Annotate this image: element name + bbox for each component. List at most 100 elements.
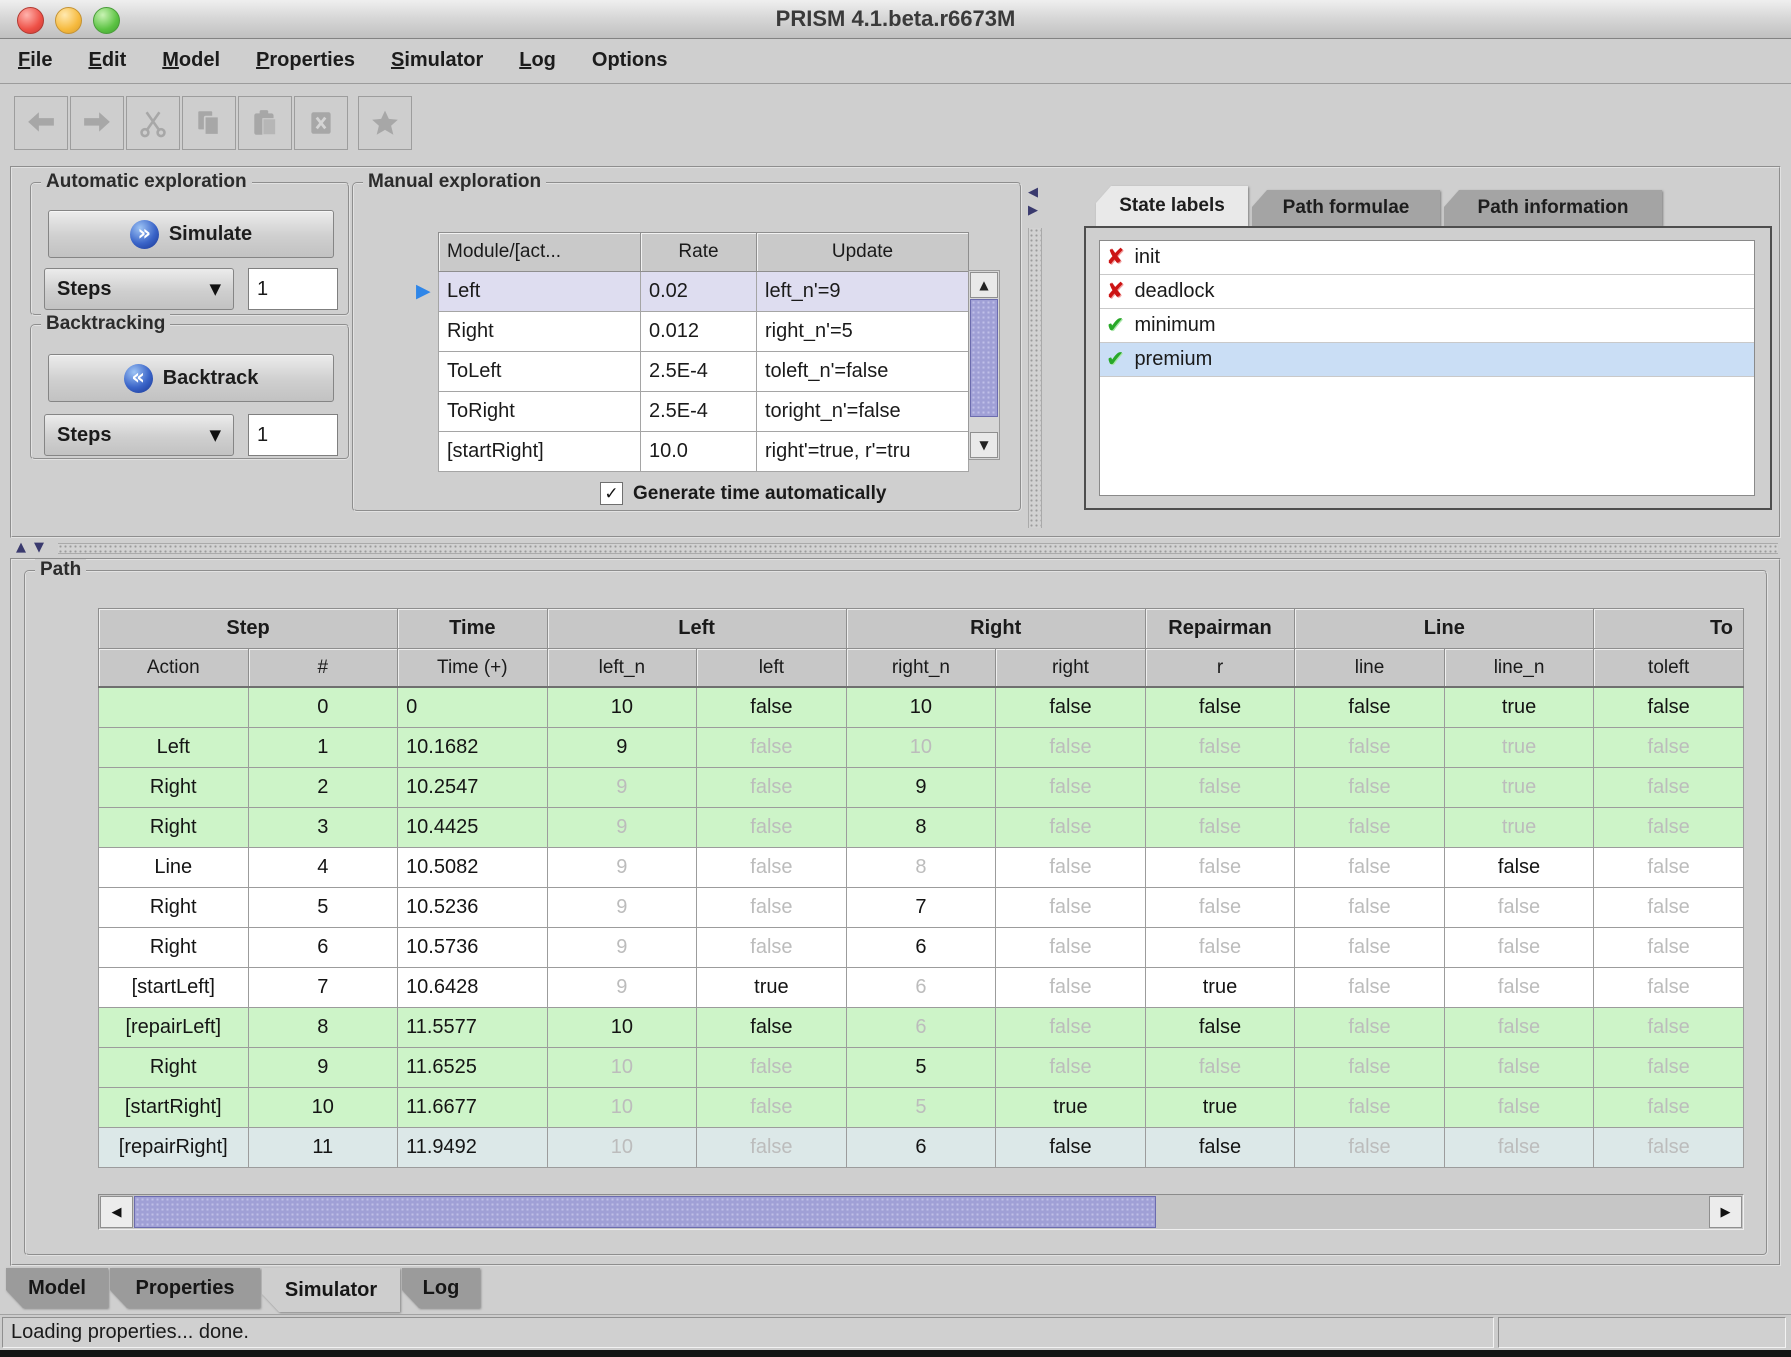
path-col-header[interactable]: right (996, 649, 1146, 688)
hscrollbar-thumb[interactable] (134, 1196, 1156, 1228)
path-row[interactable]: Right510.52369false7falsefalsefalsefalse… (99, 888, 1744, 928)
path-col-header[interactable]: line_n (1444, 649, 1594, 688)
path-row[interactable]: Left110.16829false10falsefalsefalsetruef… (99, 728, 1744, 768)
current-row-marker-icon: ▶ (416, 280, 431, 302)
manual-col-header[interactable]: Update (757, 233, 969, 272)
path-col-header[interactable]: left_n (547, 649, 697, 688)
scroll-up-icon[interactable]: ▲ (970, 272, 998, 298)
path-col-header[interactable]: Action (99, 649, 249, 688)
redo-button[interactable] (70, 96, 124, 150)
collapse-right-icon[interactable]: ▶ (1028, 204, 1038, 217)
path-col-header[interactable]: # (248, 649, 398, 688)
tab-path-formulae[interactable]: Path formulae (1252, 190, 1440, 226)
path-group-header[interactable]: Time (398, 609, 548, 649)
generate-time-checkbox[interactable]: ✓ (600, 482, 623, 505)
path-section: Path StepTimeLeftRightRepairmanLineToAct… (10, 558, 1781, 1266)
delete-button[interactable] (294, 96, 348, 150)
path-cell: 6 (846, 1128, 996, 1168)
backtrack-button[interactable]: « Backtrack (48, 354, 334, 402)
bottom-tab-properties[interactable]: Properties (110, 1268, 260, 1308)
path-cell: 10 (547, 1048, 697, 1088)
path-col-header[interactable]: line (1295, 649, 1445, 688)
state-label-init[interactable]: ✘init (1100, 241, 1754, 275)
menu-edit[interactable]: Edit (88, 49, 126, 72)
vertical-splitter[interactable]: ◀ ▶ (1026, 172, 1044, 532)
bottom-tab-model[interactable]: Model (6, 1268, 108, 1308)
bottom-tab-simulator[interactable]: Simulator (262, 1268, 400, 1312)
generate-time-row: ✓ Generate time automatically (600, 482, 886, 505)
paste-button[interactable] (238, 96, 292, 150)
path-group-header[interactable]: Repairman (1145, 609, 1295, 649)
collapse-left-icon[interactable]: ◀ (1028, 186, 1038, 199)
manual-row[interactable]: Right0.012right_n'=5 (439, 312, 969, 352)
backtrack-steps-field[interactable]: 1 (248, 414, 338, 456)
manual-table-scrollbar[interactable]: ▲ ▼ (968, 270, 1000, 460)
path-group-header[interactable]: Left (547, 609, 846, 649)
path-col-header[interactable]: Time (+) (398, 649, 548, 688)
chevron-down-icon: ▼ (209, 280, 221, 298)
path-row[interactable]: [repairLeft]811.557710false6falsefalsefa… (99, 1008, 1744, 1048)
manual-col-header[interactable]: Module/[act... (439, 233, 641, 272)
manual-cell: 2.5E-4 (641, 352, 757, 392)
backtrack-steps-combo[interactable]: Steps ▼ (44, 414, 234, 456)
scroll-left-icon[interactable]: ◀ (100, 1196, 133, 1228)
path-col-header[interactable]: right_n (846, 649, 996, 688)
path-row[interactable]: Right610.57369false6falsefalsefalsefalse… (99, 928, 1744, 968)
path-row[interactable]: Right210.25479false9falsefalsefalsetruef… (99, 768, 1744, 808)
simulate-steps-combo[interactable]: Steps ▼ (44, 268, 234, 310)
path-cell: Right (99, 808, 249, 848)
path-row[interactable]: [repairRight]1111.949210false6falsefalse… (99, 1128, 1744, 1168)
manual-row[interactable]: ToLeft2.5E-4toleft_n'=false (439, 352, 969, 392)
menu-log[interactable]: Log (519, 49, 556, 72)
minimize-button[interactable] (55, 7, 82, 34)
menu-options[interactable]: Options (592, 49, 668, 72)
path-row[interactable]: [startLeft]710.64289true6falsetruefalsef… (99, 968, 1744, 1008)
manual-col-header[interactable]: Rate (641, 233, 757, 272)
path-col-header[interactable]: toleft (1594, 649, 1744, 688)
collapse-down-icon[interactable]: ▼ (34, 541, 44, 554)
path-group-header[interactable]: Step (99, 609, 398, 649)
path-row[interactable]: Right911.652510false5falsefalsefalsefals… (99, 1048, 1744, 1088)
copy-button[interactable] (182, 96, 236, 150)
path-cell: 10 (248, 1088, 398, 1128)
path-row[interactable]: 0010false10falsefalsefalsetruefalse (99, 687, 1744, 728)
path-hscrollbar[interactable]: ◀ ▶ (98, 1194, 1744, 1230)
close-button[interactable] (17, 7, 44, 34)
path-group-header[interactable]: Right (846, 609, 1145, 649)
tab-path-information[interactable]: Path information (1444, 190, 1662, 226)
manual-row[interactable]: Left0.02left_n'=9 (439, 272, 969, 312)
menu-model[interactable]: Model (162, 49, 220, 72)
scroll-down-icon[interactable]: ▼ (970, 432, 998, 458)
menu-file[interactable]: File (18, 49, 52, 72)
state-label-deadlock[interactable]: ✘deadlock (1100, 275, 1754, 309)
scrollbar-thumb[interactable] (970, 299, 998, 417)
path-row[interactable]: [startRight]1011.667710false5truetruefal… (99, 1088, 1744, 1128)
scroll-right-icon[interactable]: ▶ (1709, 1196, 1742, 1228)
menu-properties[interactable]: Properties (256, 49, 355, 72)
star-button[interactable] (358, 96, 412, 150)
tab-state-labels[interactable]: State labels (1096, 186, 1248, 226)
state-label-premium[interactable]: ✔premium (1100, 343, 1754, 377)
path-cell: 10 (547, 1008, 697, 1048)
path-cell: false (1444, 848, 1594, 888)
undo-button[interactable] (14, 96, 68, 150)
path-group-header[interactable]: To (1594, 609, 1744, 649)
path-row[interactable]: Right310.44259false8falsefalsefalsetruef… (99, 808, 1744, 848)
manual-header-row: Module/[act...RateUpdate (439, 233, 969, 272)
collapse-up-icon[interactable]: ▲ (16, 541, 26, 554)
horizontal-splitter[interactable]: ▲ ▼ (10, 540, 1781, 555)
manual-row[interactable]: ToRight2.5E-4toright_n'=false (439, 392, 969, 432)
zoom-button[interactable] (93, 7, 120, 34)
menu-simulator[interactable]: Simulator (391, 49, 483, 72)
cut-button[interactable] (126, 96, 180, 150)
path-col-header[interactable]: r (1145, 649, 1295, 688)
path-group-header[interactable]: Line (1295, 609, 1594, 649)
simulate-steps-field[interactable]: 1 (248, 268, 338, 310)
manual-row[interactable]: [startRight]10.0right'=true, r'=tru (439, 432, 969, 472)
state-label-minimum[interactable]: ✔minimum (1100, 309, 1754, 343)
bottom-tab-log[interactable]: Log (402, 1268, 480, 1308)
simulate-button[interactable]: » Simulate (48, 210, 334, 258)
path-col-header[interactable]: left (697, 649, 847, 688)
path-cell: false (697, 928, 847, 968)
path-row[interactable]: Line410.50829false8falsefalsefalsefalsef… (99, 848, 1744, 888)
